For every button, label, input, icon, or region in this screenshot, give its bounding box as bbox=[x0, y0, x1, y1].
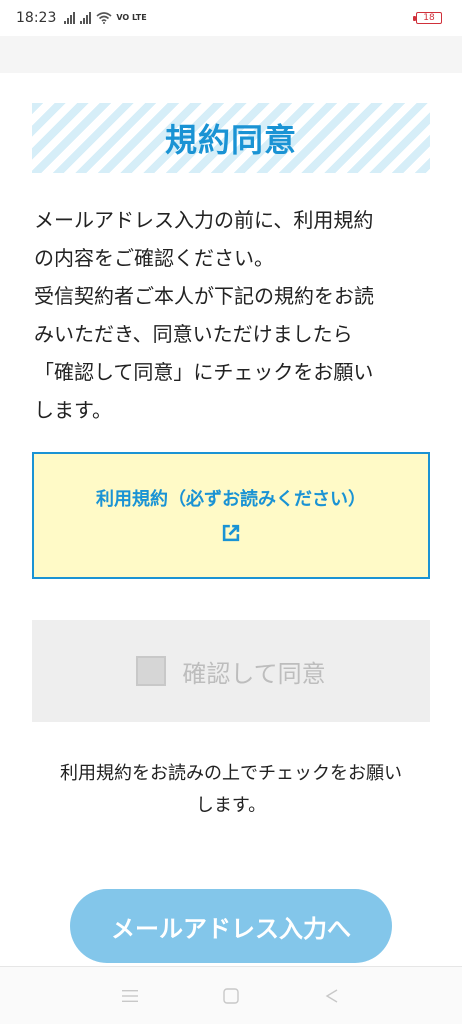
description-line: みいただき、同意いただけましたら bbox=[34, 322, 353, 346]
menu-icon[interactable] bbox=[118, 984, 142, 1008]
description-line: します。 bbox=[34, 398, 112, 422]
note-line: 利用規約をお読みの上でチェックをお願い bbox=[60, 763, 402, 784]
wifi-icon bbox=[96, 12, 112, 24]
main-content: 規約同意 メールアドレス入力の前に、利用規約 の内容をご確認ください。 受信契約… bbox=[0, 73, 462, 966]
confirm-label[interactable]: 確認して同意 bbox=[182, 654, 325, 689]
confirm-checkbox-row[interactable]: 確認して同意 bbox=[32, 620, 430, 722]
description-line: 受信契約者ご本人が下記の規約をお読 bbox=[34, 284, 374, 308]
next-button-label[interactable]: メールアドレス入力へ bbox=[111, 909, 351, 944]
battery-icon: 18 bbox=[413, 12, 442, 24]
volte-label: VO LTE bbox=[116, 13, 147, 22]
header-band bbox=[0, 36, 462, 73]
system-nav-bar bbox=[0, 966, 462, 1024]
note-line: します。 bbox=[195, 795, 267, 816]
terms-link[interactable]: 利用規約（必ずお読みください） bbox=[96, 485, 366, 511]
status-time: 18:23 bbox=[16, 10, 57, 26]
signal-icon bbox=[64, 12, 76, 24]
confirm-checkbox[interactable] bbox=[136, 656, 167, 686]
description-line: の内容をご確認ください。 bbox=[34, 246, 274, 270]
description: メールアドレス入力の前に、利用規約 の内容をご確認ください。 受信契約者ご本人が… bbox=[34, 201, 434, 429]
battery-level: 18 bbox=[423, 13, 435, 23]
page-title: 規約同意 bbox=[164, 121, 297, 159]
signal-icon-2 bbox=[80, 12, 92, 24]
status-bar: 18:23 VO LTE 18 bbox=[0, 0, 462, 36]
description-line: メールアドレス入力の前に、利用規約 bbox=[34, 208, 374, 232]
description-line: 「確認して同意」にチェックをお願い bbox=[34, 360, 374, 384]
back-icon[interactable] bbox=[320, 984, 344, 1008]
title-banner: 規約同意 bbox=[32, 103, 430, 173]
terms-link-box[interactable]: 利用規約（必ずお読みください） bbox=[32, 452, 430, 579]
check-note: 利用規約をお読みの上でチェックをお願い します。 bbox=[30, 758, 432, 822]
next-button[interactable]: メールアドレス入力へ bbox=[70, 889, 392, 963]
external-link-icon[interactable] bbox=[217, 519, 245, 547]
home-icon[interactable] bbox=[219, 984, 243, 1008]
